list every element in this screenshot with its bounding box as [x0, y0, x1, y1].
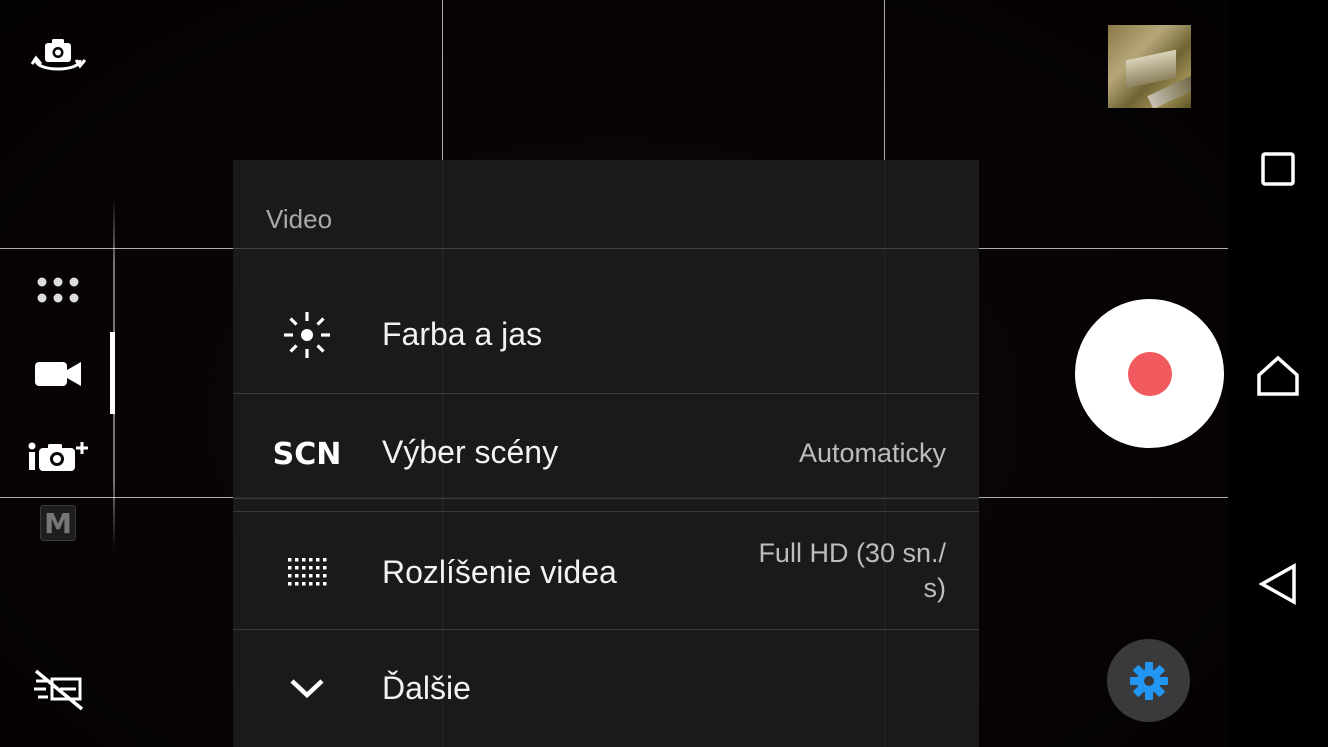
- back-icon[interactable]: [1250, 556, 1306, 612]
- home-icon[interactable]: [1250, 348, 1306, 404]
- record-dot: [1128, 352, 1172, 396]
- video-camera-icon[interactable]: [33, 357, 83, 391]
- settings-row-video-resolution[interactable]: Rozlíšenie videa Full HD (30 sn./ s): [233, 512, 979, 629]
- row-value-line: Full HD (30 sn./: [758, 538, 946, 568]
- record-button[interactable]: [1075, 299, 1224, 448]
- recent-apps-icon[interactable]: [1250, 141, 1306, 197]
- camera-viewfinder[interactable]: M Video Farba a jas SCN Výber scény Auto…: [0, 0, 1228, 747]
- resolution-grid-icon: [273, 552, 341, 592]
- settings-row-color-brightness[interactable]: Farba a jas: [233, 278, 979, 394]
- settings-row-more[interactable]: Ďalšie: [233, 630, 979, 747]
- divider: [233, 498, 979, 499]
- gallery-thumbnail[interactable]: [1108, 25, 1191, 108]
- scene-scn-icon: SCN: [272, 436, 342, 472]
- divider: [233, 248, 979, 249]
- chevron-down-icon: [273, 668, 341, 708]
- superior-auto-camera-icon[interactable]: [26, 438, 94, 474]
- row-value: Automaticky: [798, 438, 946, 468]
- manual-mode-letter: M: [44, 506, 72, 540]
- more-modes-icon[interactable]: [34, 276, 82, 306]
- settings-row-scene-selection[interactable]: SCN Výber scény Automaticky: [233, 394, 979, 508]
- brightness-icon: [273, 307, 341, 363]
- location-off-icon[interactable]: [30, 665, 88, 713]
- settings-button[interactable]: [1107, 639, 1190, 722]
- row-label: Rozlíšenie videa: [382, 554, 617, 590]
- switch-camera-icon[interactable]: [28, 36, 88, 80]
- row-label: Ďalšie: [382, 670, 471, 706]
- row-label: Farba a jas: [382, 316, 543, 352]
- manual-mode-icon[interactable]: M: [40, 505, 76, 541]
- row-value-line: s): [923, 573, 947, 603]
- row-label: Výber scény: [382, 434, 559, 470]
- settings-panel: Video Farba a jas SCN Výber scény Automa…: [233, 160, 979, 747]
- row-value: Full HD (30 sn./ s): [758, 536, 946, 606]
- system-nav-bar: [1228, 0, 1328, 747]
- panel-title: Video: [266, 204, 333, 234]
- settings-gear-icon: [1128, 660, 1170, 702]
- active-mode-indicator: [110, 332, 115, 414]
